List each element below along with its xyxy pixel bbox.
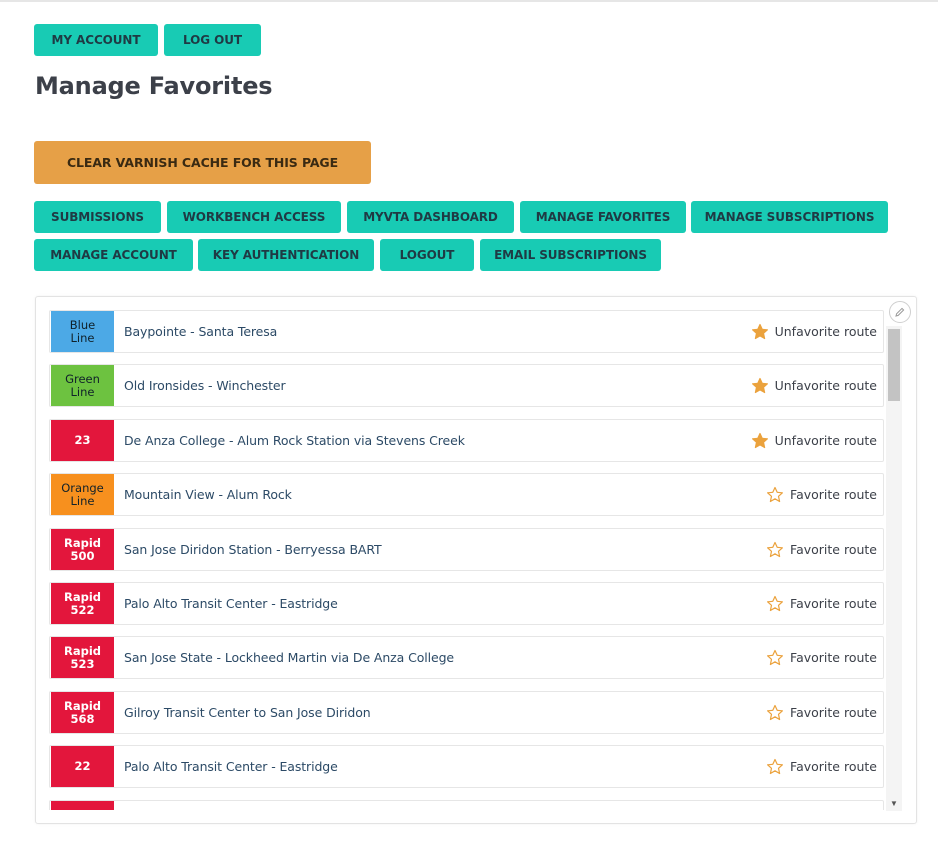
route-name-link[interactable]: Old Ironsides - Winchester [124, 365, 286, 406]
route-badge: Rapid 523 [51, 637, 114, 678]
route-row: Rapid 523 San Jose State - Lockheed Marti… [49, 636, 884, 679]
favorite-action-label: Favorite route [790, 487, 877, 502]
unfavorite-route-button[interactable]: Unfavorite route [751, 420, 877, 461]
route-list: Blue Line Baypointe - Santa Teresa Unfavor… [49, 310, 885, 810]
route-name-link[interactable]: De Anza College - Alum Rock Station via … [124, 420, 465, 461]
page-title: Manage Favorites [35, 72, 273, 100]
route-badge: Rapid 522 [51, 583, 114, 624]
route-row [49, 800, 884, 810]
star-filled-icon [751, 323, 769, 341]
favorite-action-label: Unfavorite route [774, 433, 877, 448]
route-name-link[interactable]: San Jose State - Lockheed Martin via De … [124, 637, 454, 678]
favorite-action-label: Favorite route [790, 705, 877, 720]
favorite-action-label: Favorite route [790, 542, 877, 557]
star-outline-icon [766, 595, 784, 613]
star-outline-icon [766, 486, 784, 504]
route-row: Orange Line Mountain View - Alum Rock Favo… [49, 473, 884, 516]
scroll-down-arrow-icon[interactable]: ▼ [886, 797, 902, 809]
route-name-link[interactable]: San Jose Diridon Station - Berryessa BAR… [124, 529, 382, 570]
star-outline-icon [766, 704, 784, 722]
route-badge: Orange Line [51, 474, 114, 515]
route-name-link[interactable]: Palo Alto Transit Center - Eastridge [124, 746, 338, 787]
favorite-action-label: Favorite route [790, 596, 877, 611]
clear-cache-button[interactable]: CLEAR VARNISH CACHE FOR THIS PAGE [34, 141, 371, 184]
scrollbar[interactable]: ▼ [886, 326, 902, 811]
star-outline-icon [766, 649, 784, 667]
route-row: Blue Line Baypointe - Santa Teresa Unfavor… [49, 310, 884, 353]
route-badge: Rapid 568 [51, 692, 114, 733]
favorite-action-label: Unfavorite route [774, 378, 877, 393]
favorite-action-label: Unfavorite route [774, 324, 877, 339]
route-name-link[interactable]: Baypointe - Santa Teresa [124, 311, 277, 352]
route-row: Rapid 522 Palo Alto Transit Center - East… [49, 582, 884, 625]
tab-manage-favorites[interactable]: MANAGE FAVORITES [520, 201, 686, 233]
favorites-panel: Blue Line Baypointe - Santa Teresa Unfavor… [35, 296, 917, 824]
tab-myvta-dashboard[interactable]: MYVTA DASHBOARD [347, 201, 514, 233]
favorite-route-button[interactable]: Favorite route [766, 529, 877, 570]
unfavorite-route-button[interactable]: Unfavorite route [751, 365, 877, 406]
star-filled-icon [751, 377, 769, 395]
top-divider [0, 0, 938, 2]
tab-logout[interactable]: LOGOUT [380, 239, 474, 271]
route-row: Rapid 500 San Jose Diridon Station - Berr… [49, 528, 884, 571]
route-badge: Rapid 500 [51, 529, 114, 570]
route-row: Rapid 568 Gilroy Transit Center to San Jo… [49, 691, 884, 734]
route-badge [51, 801, 114, 810]
route-row: Green Line Old Ironsides - Winchester Unfa… [49, 364, 884, 407]
route-badge: 23 [51, 420, 114, 461]
route-badge: 22 [51, 746, 114, 787]
tab-manage-subscriptions[interactable]: MANAGE SUBSCRIPTIONS [691, 201, 888, 233]
route-row: 22 Palo Alto Transit Center - Eastridge Fa… [49, 745, 884, 788]
tab-submissions[interactable]: SUBMISSIONS [34, 201, 161, 233]
tab-workbench-access[interactable]: WORKBENCH ACCESS [167, 201, 341, 233]
star-outline-icon [766, 758, 784, 776]
favorite-route-button[interactable]: Favorite route [766, 692, 877, 733]
favorite-route-button[interactable]: Favorite route [766, 746, 877, 787]
favorite-action-label: Favorite route [790, 650, 877, 665]
route-name-link[interactable]: Gilroy Transit Center to San Jose Dirido… [124, 692, 371, 733]
scrollbar-thumb[interactable] [888, 329, 900, 401]
star-outline-icon [766, 541, 784, 559]
route-row: 23 De Anza College - Alum Rock Station vi… [49, 419, 884, 462]
my-account-button[interactable]: MY ACCOUNT [34, 24, 158, 56]
log-out-button[interactable]: LOG OUT [164, 24, 261, 56]
route-name-link[interactable]: Palo Alto Transit Center - Eastridge [124, 583, 338, 624]
favorite-action-label: Favorite route [790, 759, 877, 774]
star-filled-icon [751, 432, 769, 450]
route-badge: Blue Line [51, 311, 114, 352]
favorite-route-button[interactable]: Favorite route [766, 637, 877, 678]
unfavorite-route-button[interactable]: Unfavorite route [751, 311, 877, 352]
route-name-link[interactable]: Mountain View - Alum Rock [124, 474, 292, 515]
favorite-route-button[interactable]: Favorite route [766, 583, 877, 624]
route-badge: Green Line [51, 365, 114, 406]
tab-email-subscriptions[interactable]: EMAIL SUBSCRIPTIONS [480, 239, 661, 271]
pencil-icon[interactable] [889, 301, 911, 323]
favorite-route-button[interactable]: Favorite route [766, 474, 877, 515]
tab-key-authentication[interactable]: KEY AUTHENTICATION [198, 239, 374, 271]
tab-manage-account[interactable]: MANAGE ACCOUNT [34, 239, 193, 271]
